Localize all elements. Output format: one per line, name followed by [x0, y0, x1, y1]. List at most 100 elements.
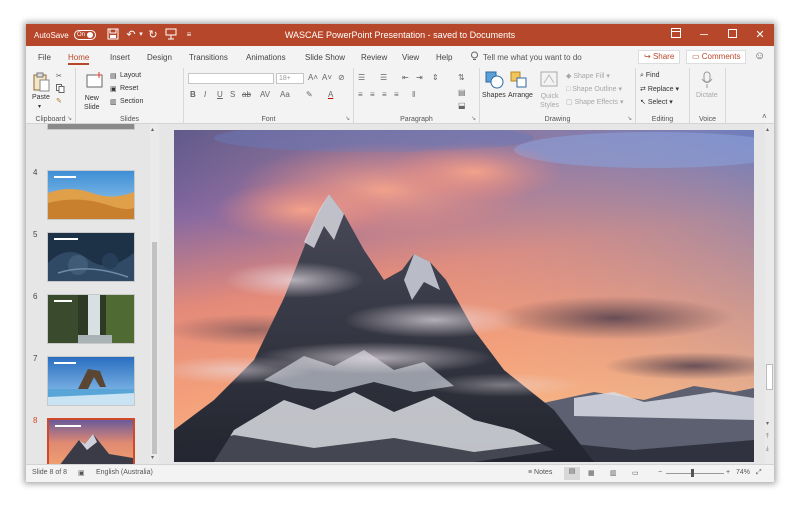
- slide-scroll-thumb[interactable]: [766, 364, 773, 390]
- bullets-icon[interactable]: ☰: [358, 73, 365, 82]
- text-direction-icon[interactable]: ⇅: [458, 73, 465, 82]
- shapes-button[interactable]: Shapes: [482, 92, 506, 99]
- zoom-out-icon[interactable]: −: [658, 469, 662, 476]
- slide-thumbnail-6[interactable]: [47, 294, 135, 344]
- decrease-font-icon[interactable]: A˅: [322, 73, 332, 82]
- font-launcher-icon[interactable]: ↘: [345, 115, 350, 122]
- line-spacing-icon[interactable]: ⇕: [432, 73, 439, 82]
- slide-sorter-icon[interactable]: ▦: [588, 469, 595, 477]
- character-spacing-button[interactable]: AV: [260, 90, 270, 99]
- align-left-icon[interactable]: ≡: [358, 90, 363, 99]
- font-name-combo[interactable]: [188, 73, 274, 84]
- reading-view-icon[interactable]: ▥: [610, 469, 617, 477]
- cut-icon[interactable]: ✂: [56, 72, 62, 80]
- scroll-up-icon[interactable]: ▴: [151, 126, 154, 133]
- zoom-level[interactable]: 74%: [736, 469, 750, 476]
- dictate-button[interactable]: Dictate: [696, 92, 718, 99]
- arrange-button[interactable]: Arrange: [508, 92, 533, 99]
- tab-insert[interactable]: Insert: [110, 51, 130, 65]
- format-painter-icon[interactable]: ✎: [56, 97, 62, 105]
- arrange-icon[interactable]: [510, 71, 528, 89]
- restore-icon[interactable]: [718, 24, 746, 46]
- tab-file[interactable]: File: [38, 51, 51, 65]
- tab-view[interactable]: View: [402, 51, 419, 65]
- paragraph-launcher-icon[interactable]: ↘: [471, 115, 476, 122]
- autosave-toggle[interactable]: On: [74, 30, 96, 40]
- collapse-ribbon-icon[interactable]: ˄: [762, 112, 767, 121]
- italic-button[interactable]: I: [204, 90, 206, 99]
- customize-qat-icon[interactable]: ≡: [182, 28, 196, 42]
- share-button[interactable]: ↪ Share: [638, 50, 681, 64]
- microphone-icon[interactable]: [700, 71, 718, 89]
- tab-animations[interactable]: Animations: [246, 51, 286, 65]
- slide-thumbnail-7[interactable]: [47, 356, 135, 406]
- shape-outline-button[interactable]: □ Shape Outline ▾: [566, 85, 622, 93]
- increase-font-icon[interactable]: A˄: [308, 73, 318, 82]
- zoom-in-icon[interactable]: +: [726, 469, 730, 476]
- tab-transitions[interactable]: Transitions: [189, 51, 228, 65]
- previous-slide-icon[interactable]: ⤒: [766, 434, 769, 441]
- align-text-icon[interactable]: ▤: [458, 88, 466, 97]
- justify-icon[interactable]: ≡: [394, 90, 399, 99]
- increase-indent-icon[interactable]: ⇥: [416, 73, 423, 82]
- reset-button[interactable]: Reset: [120, 85, 138, 92]
- tab-review[interactable]: Review: [361, 51, 387, 65]
- ribbon-display-icon[interactable]: [662, 24, 690, 46]
- next-slide-icon[interactable]: ⤓: [766, 446, 769, 453]
- align-right-icon[interactable]: ≡: [382, 90, 387, 99]
- shapes-icon[interactable]: [484, 71, 504, 89]
- redo-icon[interactable]: ↻: [146, 28, 160, 42]
- numbering-icon[interactable]: ☰: [380, 73, 387, 82]
- decrease-indent-icon[interactable]: ⇤: [402, 73, 409, 82]
- quick-styles-button[interactable]: Quick Styles: [540, 92, 559, 110]
- fit-to-window-icon[interactable]: ⤢: [756, 469, 762, 477]
- layout-button[interactable]: Layout: [120, 72, 141, 79]
- find-button[interactable]: ⌕ Find: [640, 72, 660, 80]
- tab-home[interactable]: Home: [68, 51, 90, 65]
- paste-dropdown-icon[interactable]: ▾: [38, 103, 41, 110]
- present-icon[interactable]: [164, 28, 178, 42]
- minimize-icon[interactable]: ─: [690, 24, 718, 46]
- clear-formatting-icon[interactable]: ⊘: [338, 73, 345, 82]
- current-slide[interactable]: [174, 130, 754, 462]
- feedback-smiley-icon[interactable]: ☺: [754, 50, 765, 62]
- slide-thumbnail-5[interactable]: [47, 232, 135, 282]
- scroll-up-icon[interactable]: ▴: [766, 126, 769, 133]
- slide-scrollbar[interactable]: ▴ ▾ ⤒ ⤓: [765, 124, 774, 464]
- close-icon[interactable]: ✕: [746, 24, 774, 46]
- normal-view-icon[interactable]: ▤: [564, 467, 580, 480]
- thumbnail-scrollbar[interactable]: ▴ ▾: [150, 124, 159, 464]
- scroll-down-icon[interactable]: ▾: [766, 420, 769, 427]
- tab-design[interactable]: Design: [147, 51, 172, 65]
- notes-button[interactable]: ≡ Notes: [528, 469, 552, 476]
- smartart-icon[interactable]: ⬓: [458, 101, 466, 110]
- highlight-icon[interactable]: ✎: [306, 90, 313, 99]
- columns-icon[interactable]: ‖: [412, 90, 415, 99]
- quick-styles-icon[interactable]: [540, 71, 558, 89]
- underline-button[interactable]: U: [217, 90, 223, 99]
- thumbnail-scroll-thumb[interactable]: [152, 242, 157, 454]
- replace-button[interactable]: ⇄ Replace ▾: [640, 85, 679, 93]
- bold-button[interactable]: B: [190, 90, 196, 99]
- slide-thumbnail-4[interactable]: [47, 170, 135, 220]
- tab-help[interactable]: Help: [436, 51, 452, 65]
- slide-thumbnail-8[interactable]: [47, 418, 135, 464]
- zoom-slider[interactable]: [666, 473, 724, 474]
- font-color-button[interactable]: A: [328, 90, 333, 99]
- shape-effects-button[interactable]: ▢ Shape Effects ▾: [566, 98, 624, 106]
- strikethrough-button[interactable]: ab: [242, 90, 251, 99]
- paste-button[interactable]: Paste: [32, 94, 50, 101]
- tab-slide-show[interactable]: Slide Show: [305, 51, 345, 65]
- change-case-button[interactable]: Aa: [280, 90, 290, 99]
- save-icon[interactable]: [106, 28, 120, 42]
- copy-icon[interactable]: [56, 84, 65, 95]
- tell-me-search[interactable]: Tell me what you want to do: [470, 51, 582, 63]
- language-indicator[interactable]: English (Australia): [96, 469, 153, 476]
- align-center-icon[interactable]: ≡: [370, 90, 375, 99]
- paste-icon[interactable]: [32, 72, 50, 92]
- slide-show-icon[interactable]: ▭: [632, 469, 639, 477]
- clipboard-launcher-icon[interactable]: ↘: [67, 115, 72, 122]
- shadow-button[interactable]: S: [230, 90, 235, 99]
- shape-fill-button[interactable]: ◆ Shape Fill ▾: [566, 72, 610, 80]
- new-slide-icon[interactable]: [86, 72, 104, 90]
